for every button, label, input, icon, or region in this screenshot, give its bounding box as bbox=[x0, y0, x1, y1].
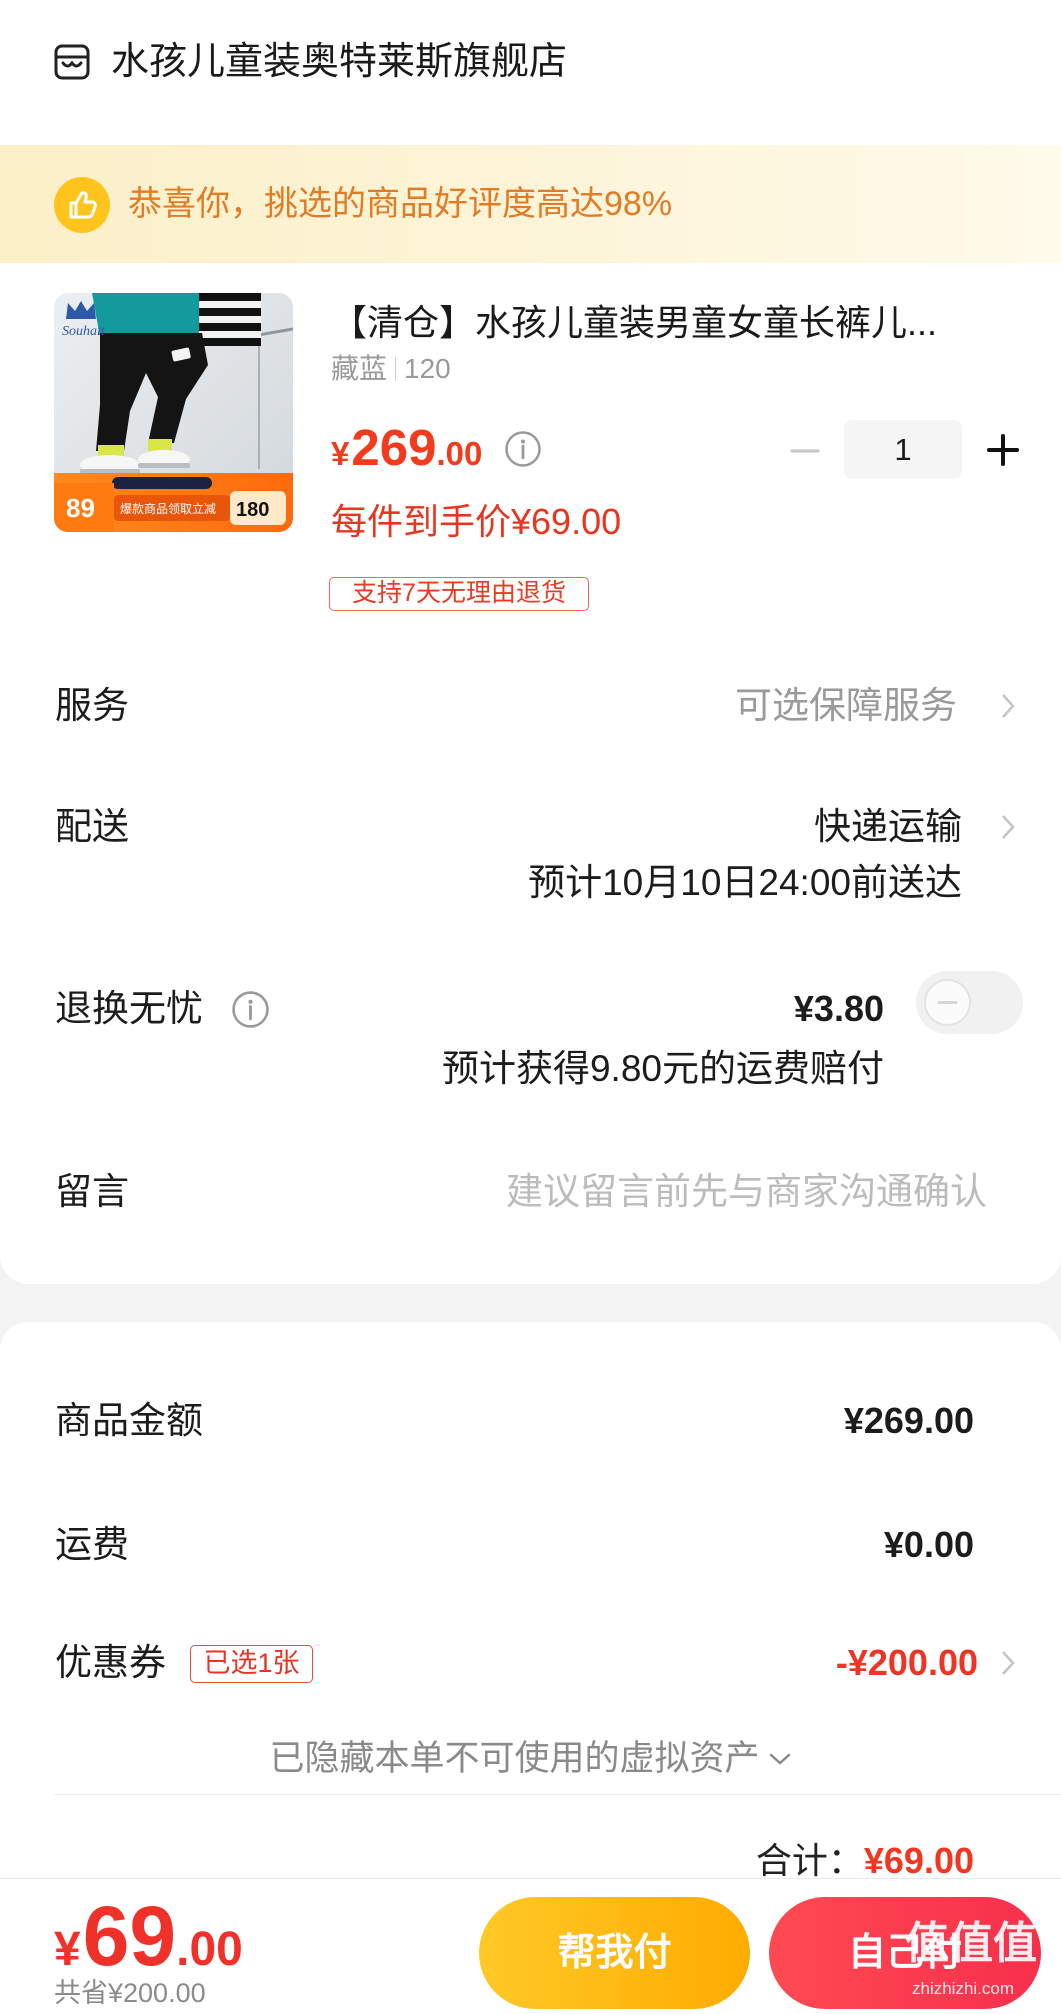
product-image[interactable]: Souhait 89 爆款商品领取立减 180 bbox=[54, 293, 293, 532]
price-symbol: ¥ bbox=[331, 435, 350, 472]
checkout-price-decimal: .00 bbox=[176, 1923, 243, 1976]
spec-color: 藏蓝 bbox=[331, 353, 388, 384]
return-insurance-row: 退换无忧 ¥3.80 预计获得9.80元的运费赔付 bbox=[0, 960, 1061, 1100]
service-row[interactable]: 服务 可选保障服务 bbox=[0, 670, 1061, 742]
product-spec[interactable]: 藏蓝 120 bbox=[331, 352, 451, 386]
final-unit-price: 每件到手价¥69.00 bbox=[331, 501, 622, 542]
quantity-decrease-button[interactable] bbox=[790, 436, 820, 466]
hidden-assets-toggle[interactable]: 已隐藏本单不可使用的虚拟资产 bbox=[0, 1737, 1061, 1781]
message-input[interactable] bbox=[420, 1166, 987, 1218]
chevron-right-icon bbox=[1002, 815, 1015, 839]
image-badge-price: 89 bbox=[66, 493, 95, 523]
checkout-price: ¥ 69 .00 bbox=[54, 1888, 243, 1983]
spec-separator bbox=[395, 357, 397, 381]
image-promo-text: 爆款商品领取立减 bbox=[120, 501, 216, 516]
chevron-right-icon bbox=[1002, 1651, 1015, 1675]
total-label: 合计： bbox=[755, 1840, 864, 1881]
shipping-fee-value: ¥0.00 bbox=[883, 1524, 974, 1565]
delivery-method: 快递运输 bbox=[814, 806, 962, 847]
delivery-row[interactable]: 配送 快递运输 预计10月10日24:00前送达 bbox=[0, 783, 1061, 913]
rating-banner-text: 恭喜你，挑选的商品好评度高达98% bbox=[128, 185, 673, 223]
pay-for-me-button[interactable]: 帮我付 bbox=[479, 1897, 750, 2009]
minus-icon bbox=[937, 1001, 958, 1004]
spec-size: 120 bbox=[404, 353, 451, 384]
coupon-row[interactable]: 优惠券 已选1张 -¥200.00 bbox=[0, 1627, 1061, 1699]
divider bbox=[54, 1794, 1061, 1795]
image-promo-amount: 180 bbox=[236, 499, 269, 521]
quantity-value[interactable]: 1 bbox=[844, 420, 962, 479]
checkout-saved: 共省¥200.00 bbox=[54, 1978, 206, 2008]
checkout-price-integer: 69 bbox=[82, 1889, 177, 1983]
price-integer: 269 bbox=[351, 419, 437, 476]
product-title[interactable]: 【清仓】水孩儿童装男童女童长裤儿... bbox=[331, 301, 1021, 345]
watermark-logo: 值值值 bbox=[905, 1919, 1037, 1968]
total-value: ¥69.00 bbox=[863, 1840, 974, 1881]
message-row: 留言 bbox=[0, 1148, 1061, 1238]
coupon-selected-tag: 已选1张 bbox=[190, 1645, 313, 1683]
shipping-fee-row: 运费 ¥0.00 bbox=[0, 1509, 1061, 1581]
goods-amount-value: ¥269.00 bbox=[843, 1400, 974, 1441]
return-insurance-toggle[interactable] bbox=[916, 971, 1023, 1034]
store-icon bbox=[54, 44, 90, 80]
hidden-assets-text: 已隐藏本单不可使用的虚拟资产 bbox=[269, 1739, 760, 1778]
chevron-right-icon bbox=[1002, 694, 1015, 718]
quantity-increase-button[interactable] bbox=[987, 434, 1019, 466]
product-price: ¥ 269 .00 bbox=[331, 418, 482, 482]
coupon-discount-value: -¥200.00 bbox=[835, 1642, 978, 1683]
return-policy-tag: 支持7天无理由退货 bbox=[329, 577, 589, 611]
price-decimal: .00 bbox=[436, 435, 483, 472]
goods-amount-row: 商品金额 ¥269.00 bbox=[0, 1385, 1061, 1457]
order-total: 合计： ¥69.00 bbox=[756, 1832, 974, 1884]
return-insurance-note: 预计获得9.80元的运费赔付 bbox=[441, 1048, 884, 1089]
service-value: 可选保障服务 bbox=[735, 685, 957, 726]
shop-name[interactable]: 水孩儿童装奥特莱斯旗舰店 bbox=[111, 40, 567, 84]
delivery-label: 配送 bbox=[55, 806, 129, 847]
rating-banner: 恭喜你，挑选的商品好评度高达98% bbox=[0, 145, 1061, 263]
coupon-label: 优惠券 bbox=[55, 1642, 166, 1683]
message-label: 留言 bbox=[55, 1171, 129, 1212]
return-insurance-price: ¥3.80 bbox=[793, 988, 884, 1029]
checkout-price-symbol: ¥ bbox=[54, 1923, 81, 1976]
info-icon[interactable] bbox=[231, 990, 270, 1029]
chevron-down-icon bbox=[769, 1753, 790, 1765]
watermark-url: zhizhizhi.com bbox=[912, 1979, 1015, 1998]
shipping-fee-label: 运费 bbox=[55, 1524, 129, 1565]
service-label: 服务 bbox=[55, 685, 129, 726]
goods-amount-label: 商品金额 bbox=[55, 1400, 203, 1441]
delivery-eta: 预计10月10日24:00前送达 bbox=[528, 862, 962, 903]
brand-logo-text: Souhait bbox=[62, 324, 106, 339]
toggle-knob bbox=[924, 979, 971, 1026]
order-confirm-page: 水孩儿童装奥特莱斯旗舰店 恭喜你，挑选的商品好评度高达98% Souhait 8… bbox=[0, 0, 1061, 2014]
price-info-icon[interactable] bbox=[504, 430, 542, 468]
return-insurance-label: 退换无忧 bbox=[55, 988, 203, 1029]
thumbs-up-icon bbox=[54, 177, 110, 233]
